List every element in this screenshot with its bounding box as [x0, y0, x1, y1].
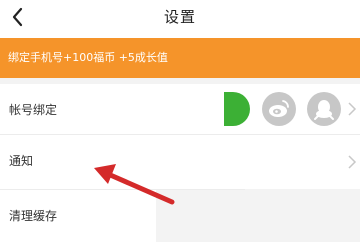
title-bar: 设置: [0, 0, 360, 38]
annotation-arrow-icon: [94, 164, 175, 205]
qq-icon[interactable]: [307, 92, 341, 126]
chevron-right-icon: [348, 102, 357, 116]
account-binding-label: 帐号绑定: [9, 103, 58, 117]
notification-label: 通知: [9, 154, 34, 168]
qq-glyph: [314, 100, 334, 120]
weibo-glyph: [269, 100, 289, 117]
notification-row[interactable]: 通知: [0, 135, 360, 189]
page-title: 设置: [163, 8, 196, 26]
clear-cache-label: 清理缓存: [9, 209, 58, 223]
chevron-right-icon: [348, 155, 357, 169]
wechat-icon[interactable]: [224, 92, 250, 126]
settings-screen: 设置 绑定手机号+100福币 +5成长值 帐号绑定 通知 清理缓存: [0, 0, 360, 242]
bind-phone-promo-banner[interactable]: 绑定手机号+100福币 +5成长值: [0, 38, 360, 78]
account-binding-row[interactable]: 帐号绑定: [0, 84, 360, 134]
weibo-icon[interactable]: [262, 92, 296, 126]
